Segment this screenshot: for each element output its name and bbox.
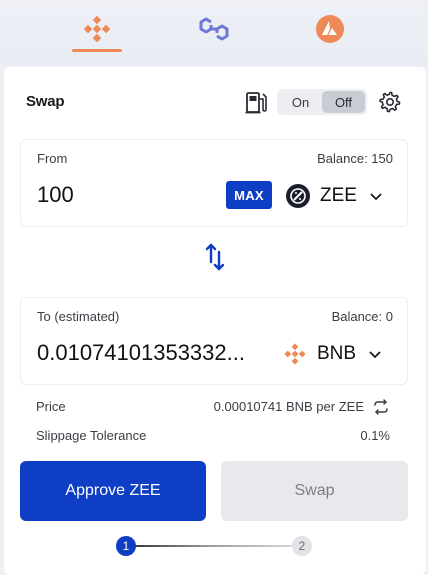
toggle-on-option[interactable]: On	[279, 91, 322, 113]
to-token-selector[interactable]: BNB	[283, 340, 382, 368]
avalanche-icon	[316, 15, 344, 43]
swap-direction-icon[interactable]	[203, 242, 227, 272]
page-title: Swap	[26, 93, 65, 110]
step-2-indicator: 2	[292, 536, 312, 556]
zee-token-icon	[286, 184, 310, 208]
gas-pump-icon[interactable]	[245, 90, 267, 114]
from-panel: From Balance: 150 100 MAX ZEE	[20, 139, 408, 227]
chevron-down-icon	[370, 193, 382, 201]
from-amount-input[interactable]: 100	[37, 182, 74, 208]
price-value: 0.00010741 BNB per ZEE	[213, 399, 364, 414]
to-balance: Balance: 0	[331, 309, 393, 324]
bnb-icon	[83, 15, 111, 43]
swap-header: Swap On Off	[4, 85, 426, 119]
gas-toggle[interactable]: On Off	[277, 89, 367, 115]
approve-button[interactable]: Approve ZEE	[20, 461, 206, 521]
chain-tab-bar	[0, 0, 428, 66]
from-label: From	[37, 151, 68, 166]
stepper-line	[136, 545, 292, 547]
max-button[interactable]: MAX	[226, 181, 272, 209]
to-label: To (estimated)	[37, 309, 120, 324]
active-tab-indicator	[72, 49, 122, 52]
chevron-down-icon	[369, 351, 381, 359]
slippage-value: 0.1%	[360, 428, 390, 443]
chain-tab-polygon[interactable]	[189, 4, 239, 54]
from-token-symbol: ZEE	[320, 185, 357, 206]
bnb-token-icon	[284, 343, 306, 365]
swap-button[interactable]: Swap	[221, 461, 408, 521]
polygon-icon	[199, 17, 229, 41]
toggle-off-option[interactable]: Off	[322, 91, 365, 113]
chain-tab-bnb[interactable]	[72, 4, 122, 54]
to-token-symbol: BNB	[317, 343, 357, 364]
to-panel: To (estimated) Balance: 0 0.010741013533…	[20, 297, 408, 385]
invert-rate-icon[interactable]	[372, 398, 390, 416]
from-token-selector[interactable]: ZEE	[286, 182, 383, 210]
step-1-indicator: 1	[116, 536, 136, 556]
progress-stepper: 1 2	[4, 536, 426, 558]
chain-tab-avalanche[interactable]	[305, 4, 355, 54]
gear-icon[interactable]	[378, 90, 402, 114]
to-amount-output: 0.01074101353332...	[37, 340, 245, 365]
price-label: Price	[36, 399, 66, 414]
slippage-label: Slippage Tolerance	[36, 428, 147, 443]
swap-card: Swap On Off From Balance: 150 100 MAX ZE…	[4, 67, 426, 575]
from-balance: Balance: 150	[317, 151, 393, 166]
